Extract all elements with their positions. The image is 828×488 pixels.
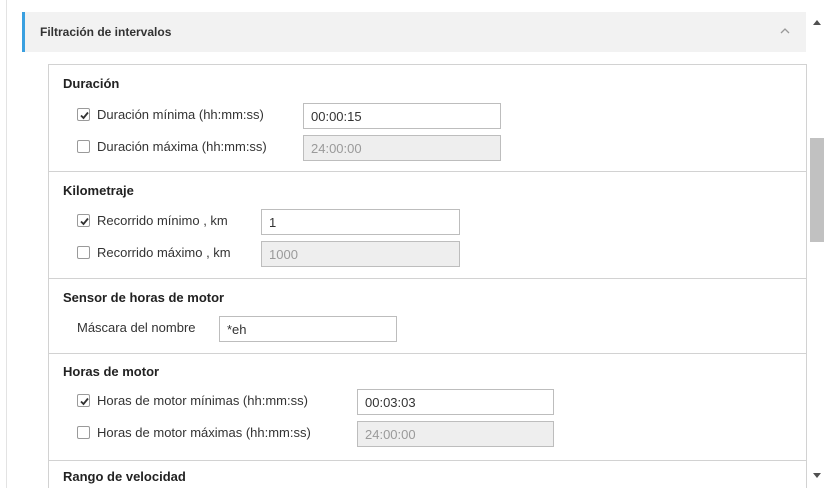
interval-filter-window: Filtración de intervalos Duración Duraci… — [0, 0, 828, 488]
section-mileage: Kilometraje Recorrido mínimo , km Recorr… — [49, 172, 806, 278]
scroll-down-arrow-icon[interactable] — [812, 468, 822, 483]
mileage-max-row: Recorrido máximo , km — [77, 241, 497, 267]
section-engine-hours: Horas de motor Horas de motor mínimas (h… — [49, 354, 806, 460]
engine-hours-max-input[interactable] — [357, 421, 554, 447]
engine-hours-max-row: Horas de motor máximas (hh:mm:ss) — [77, 421, 597, 447]
vertical-scrollbar[interactable] — [808, 12, 826, 480]
mileage-max-label: Recorrido máximo , km — [97, 245, 231, 260]
engine-hours-max-label: Horas de motor máximas (hh:mm:ss) — [97, 425, 311, 440]
section-title-duration: Duración — [63, 76, 120, 91]
engine-sensor-mask-row: Máscara del nombre — [77, 316, 417, 342]
mileage-min-input[interactable] — [261, 209, 460, 235]
chevron-up-icon[interactable] — [778, 24, 792, 38]
accordion-title: Filtración de intervalos — [40, 25, 172, 39]
section-title-engine-sensor: Sensor de horas de motor — [63, 290, 225, 305]
duration-min-row: Duración mínima (hh:mm:ss) — [77, 103, 537, 129]
mileage-max-input[interactable] — [261, 241, 460, 267]
duration-max-checkbox[interactable] — [77, 140, 90, 153]
section-title-speed-range: Rango de velocidad — [63, 469, 186, 484]
mileage-max-checkbox[interactable] — [77, 246, 90, 259]
duration-min-checkbox[interactable] — [77, 108, 90, 121]
scroll-up-arrow-icon[interactable] — [812, 14, 822, 29]
section-speed-range: Rango de velocidad — [49, 461, 806, 488]
section-title-mileage: Kilometraje — [63, 183, 134, 198]
engine-sensor-mask-label: Máscara del nombre — [77, 320, 196, 335]
engine-hours-max-checkbox[interactable] — [77, 426, 90, 439]
section-duration: Duración Duración mínima (hh:mm:ss) Dura… — [49, 65, 806, 171]
engine-sensor-mask-input[interactable] — [219, 316, 397, 342]
engine-hours-min-label: Horas de motor mínimas (hh:mm:ss) — [97, 393, 308, 408]
engine-hours-min-checkbox[interactable] — [77, 394, 90, 407]
accordion-header[interactable]: Filtración de intervalos — [22, 12, 806, 52]
duration-max-label: Duración máxima (hh:mm:ss) — [97, 139, 267, 154]
mileage-min-label: Recorrido mínimo , km — [97, 213, 228, 228]
filter-panel: Duración Duración mínima (hh:mm:ss) Dura… — [48, 64, 807, 488]
left-border — [6, 0, 7, 488]
mileage-min-checkbox[interactable] — [77, 214, 90, 227]
section-title-engine-hours: Horas de motor — [63, 364, 160, 379]
duration-max-input[interactable] — [303, 135, 501, 161]
duration-min-input[interactable] — [303, 103, 501, 129]
engine-hours-min-row: Horas de motor mínimas (hh:mm:ss) — [77, 389, 597, 415]
mileage-min-row: Recorrido mínimo , km — [77, 209, 497, 235]
scrollbar-thumb[interactable] — [810, 138, 824, 242]
duration-max-row: Duración máxima (hh:mm:ss) — [77, 135, 537, 161]
duration-min-label: Duración mínima (hh:mm:ss) — [97, 107, 264, 122]
section-engine-sensor: Sensor de horas de motor Máscara del nom… — [49, 279, 806, 353]
engine-hours-min-input[interactable] — [357, 389, 554, 415]
